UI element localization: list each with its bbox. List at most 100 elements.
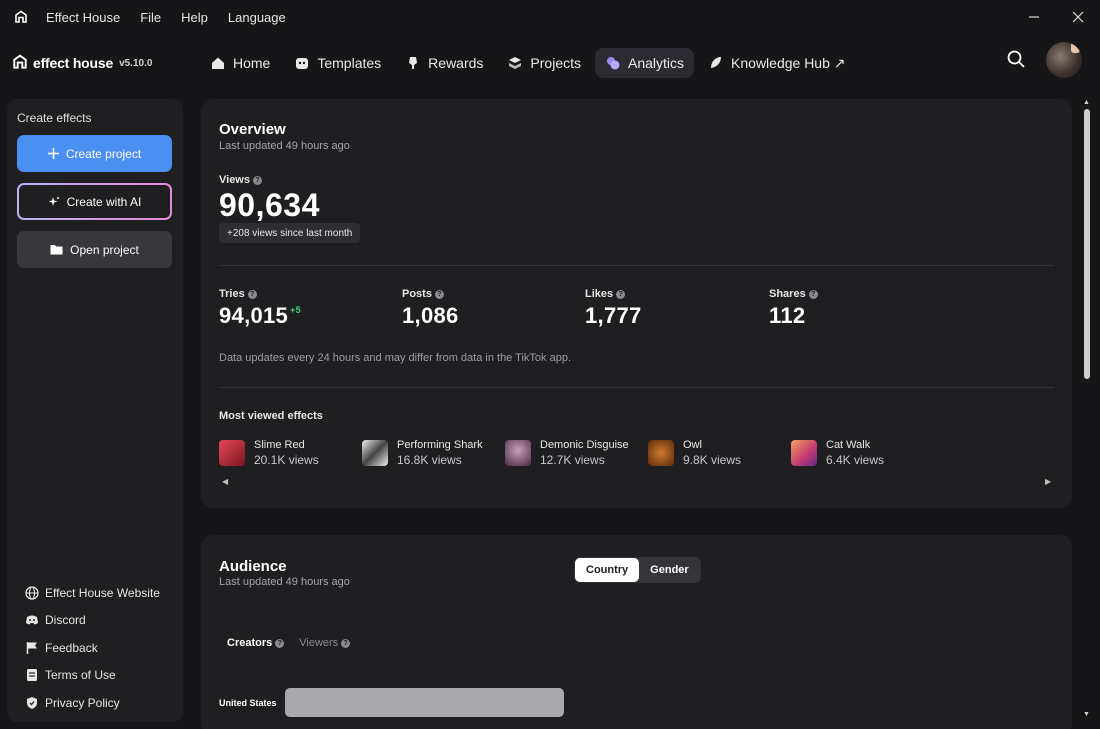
top-navigation: effect house v5.10.0 Home Templates Rewa… bbox=[0, 34, 1100, 92]
views-value: 90,634 bbox=[219, 187, 320, 223]
scroll-left-icon[interactable]: ◀ bbox=[222, 477, 228, 486]
menu-effect-house[interactable]: Effect House bbox=[46, 10, 120, 25]
stat-label: Likes ? bbox=[585, 288, 642, 300]
link-privacy-policy[interactable]: Privacy Policy bbox=[25, 689, 160, 717]
link-terms-of-use[interactable]: Terms of Use bbox=[25, 662, 160, 690]
version-label: v5.10.0 bbox=[119, 57, 153, 69]
tab-knowledge-hub[interactable]: Knowledge Hub ↗ bbox=[698, 48, 855, 78]
open-project-button[interactable]: Open project bbox=[17, 231, 172, 268]
audience-subtabs: Creators ? Viewers ? bbox=[227, 637, 365, 649]
button-label: Create with AI bbox=[66, 194, 142, 209]
stat-label-text: Likes bbox=[585, 288, 614, 300]
effect-item-demonic-disguise[interactable]: Demonic Disguise 12.7K views bbox=[505, 439, 648, 467]
menu-help[interactable]: Help bbox=[181, 10, 208, 25]
tab-rewards[interactable]: Rewards bbox=[395, 48, 493, 78]
effect-name: Demonic Disguise bbox=[540, 439, 629, 451]
tab-label: Templates bbox=[317, 55, 382, 71]
subtab-viewers[interactable]: Viewers ? bbox=[299, 637, 351, 649]
menu-language[interactable]: Language bbox=[228, 10, 286, 25]
effect-item-owl[interactable]: Owl 9.8K views bbox=[648, 439, 791, 467]
button-label: Open project bbox=[70, 242, 139, 257]
subtab-label: Creators bbox=[227, 637, 273, 649]
effect-name: Cat Walk bbox=[826, 439, 871, 451]
stat-value: 112 bbox=[769, 303, 806, 328]
page-scrollbar[interactable]: ▲ ▼ bbox=[1080, 99, 1094, 722]
scrollbar-thumb[interactable] bbox=[1084, 109, 1090, 379]
help-icon[interactable]: ? bbox=[434, 289, 444, 299]
most-viewed-title: Most viewed effects bbox=[219, 410, 323, 422]
home-icon bbox=[210, 55, 226, 71]
plus-icon bbox=[47, 148, 59, 159]
avatar[interactable] bbox=[1046, 42, 1082, 78]
close-icon[interactable] bbox=[1056, 0, 1100, 34]
country-name: United States bbox=[219, 697, 277, 708]
create-with-ai-button[interactable]: Create with AI bbox=[17, 183, 172, 220]
effect-name: Owl bbox=[683, 439, 702, 451]
link-label: Discord bbox=[45, 613, 86, 628]
effect-item-performing-shark[interactable]: Performing Shark 16.8K views bbox=[362, 439, 505, 467]
menu-file[interactable]: File bbox=[140, 10, 161, 25]
segment-country[interactable]: Country bbox=[575, 558, 640, 582]
scroll-down-icon[interactable]: ▼ bbox=[1083, 711, 1090, 718]
brand[interactable]: effect house v5.10.0 bbox=[12, 54, 200, 73]
effect-item-slime-red[interactable]: Slime Red 20.1K views bbox=[219, 439, 362, 467]
help-icon[interactable]: ? bbox=[247, 289, 257, 299]
flag-icon bbox=[25, 641, 39, 655]
views-label-text: Views bbox=[219, 174, 250, 186]
tab-templates[interactable]: Templates bbox=[284, 48, 391, 78]
audience-card: Audience Last updated 49 hours ago Count… bbox=[201, 535, 1072, 729]
help-icon[interactable]: ? bbox=[616, 289, 626, 299]
segment-gender[interactable]: Gender bbox=[639, 558, 700, 582]
subtab-creators[interactable]: Creators ? bbox=[227, 637, 285, 649]
tab-label: Projects bbox=[530, 55, 581, 71]
sidebar-section-title: Create effects bbox=[17, 111, 92, 125]
stat-value-text: 94,015 bbox=[219, 303, 289, 328]
link-discord[interactable]: Discord bbox=[25, 607, 160, 635]
divider bbox=[219, 265, 1054, 266]
analytics-icon bbox=[605, 55, 621, 71]
tab-analytics[interactable]: Analytics bbox=[595, 48, 695, 78]
globe-icon bbox=[25, 586, 39, 600]
help-icon[interactable]: ? bbox=[808, 289, 818, 299]
search-icon[interactable] bbox=[1006, 49, 1026, 72]
effect-thumbnail bbox=[648, 440, 674, 466]
stat-posts: Posts ? 1,086 bbox=[402, 288, 459, 329]
effect-thumbnail bbox=[505, 440, 531, 466]
button-label: Create project bbox=[65, 146, 142, 161]
title-bar: Effect House File Help Language bbox=[0, 0, 1100, 34]
help-icon[interactable]: ? bbox=[275, 638, 285, 648]
link-effect-house-website[interactable]: Effect House Website bbox=[25, 579, 160, 607]
help-icon[interactable]: ? bbox=[341, 638, 351, 648]
audience-title: Audience bbox=[219, 558, 287, 575]
stat-label-text: Posts bbox=[402, 288, 432, 300]
discord-icon bbox=[25, 613, 39, 627]
scroll-right-icon[interactable]: ▶ bbox=[1045, 477, 1051, 486]
link-feedback[interactable]: Feedback bbox=[25, 634, 160, 662]
effect-thumbnail bbox=[219, 440, 245, 466]
tab-home[interactable]: Home bbox=[200, 48, 280, 78]
tab-label: Knowledge Hub ↗ bbox=[731, 54, 846, 71]
create-project-button[interactable]: Create project bbox=[17, 135, 172, 172]
divider bbox=[219, 387, 1054, 388]
stat-label-text: Tries bbox=[219, 288, 245, 300]
data-update-note: Data updates every 24 hours and may diff… bbox=[219, 352, 571, 364]
tab-projects[interactable]: Projects bbox=[497, 48, 591, 78]
stat-value: 1,777 bbox=[585, 303, 642, 328]
shield-icon bbox=[25, 696, 39, 710]
overview-card: Overview Last updated 49 hours ago Views… bbox=[201, 99, 1072, 508]
sidebar-links: Effect House Website Discord Feedback Te… bbox=[25, 579, 160, 717]
help-icon[interactable]: ? bbox=[253, 175, 262, 185]
sparkle-icon bbox=[48, 196, 60, 208]
scroll-up-icon[interactable]: ▲ bbox=[1083, 99, 1090, 106]
effect-item-cat-walk[interactable]: Cat Walk 6.4K views bbox=[791, 439, 934, 467]
audience-segment-control: Country Gender bbox=[574, 557, 701, 583]
minimize-icon[interactable] bbox=[1012, 0, 1056, 34]
views-delta-badge: +208 views since last month bbox=[219, 223, 361, 243]
rewards-icon bbox=[405, 55, 421, 71]
brand-name: effect house bbox=[33, 55, 114, 71]
stat-label-text: Shares bbox=[769, 288, 806, 300]
effect-house-logo-icon bbox=[12, 54, 28, 73]
effect-views: 9.8K views bbox=[683, 453, 742, 467]
country-bar bbox=[285, 688, 564, 717]
effect-name: Performing Shark bbox=[397, 439, 483, 451]
